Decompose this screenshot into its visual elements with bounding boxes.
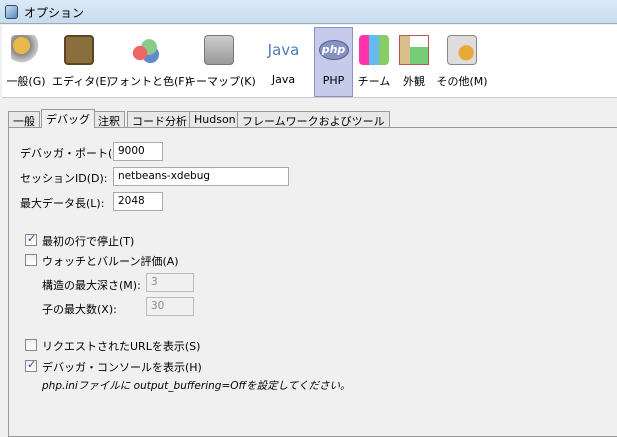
category-java[interactable]: Java Java [255, 27, 312, 97]
category-php[interactable]: php PHP [314, 27, 353, 97]
max-depth-label: 構造の最大深さ(M): [42, 279, 141, 292]
category-fonts-colors[interactable]: フォントと色(F) [108, 27, 189, 97]
tab-general[interactable]: 一般 [8, 111, 40, 128]
tab-hudson[interactable]: Hudson [189, 111, 241, 128]
session-id-input[interactable]: netbeans-xdebug [113, 167, 289, 186]
java-icon: Java [267, 41, 300, 59]
show-console-checkbox[interactable] [25, 358, 37, 372]
category-misc[interactable]: その他(M) [434, 27, 490, 97]
tab-frameworks-tools[interactable]: フレームワークおよびツール [237, 111, 390, 128]
category-label: Java [271, 73, 296, 86]
max-data-length-input[interactable]: 2048 [113, 192, 163, 211]
category-label: 一般(G) [6, 75, 46, 88]
max-children-label: 子の最大数(X): [42, 303, 117, 316]
category-team[interactable]: チーム [355, 27, 393, 97]
wrench-gear-icon [11, 35, 41, 65]
app-icon [5, 5, 18, 19]
window-title: オプション [24, 6, 85, 20]
category-label: チーム [357, 75, 391, 88]
appearance-icon [399, 35, 429, 65]
keyboard-icon [204, 35, 234, 65]
book-pencil-icon [64, 35, 94, 65]
category-label: その他(M) [436, 75, 488, 88]
watch-balloon-checkbox[interactable] [25, 254, 37, 266]
category-toolbar: 一般(G) エディタ(E) フォントと色(F) キーマップ(K) Java Jav… [2, 25, 617, 98]
category-editor[interactable]: エディタ(E) [52, 27, 111, 97]
misc-gear-icon [447, 35, 477, 65]
tab-debug[interactable]: デバッグ [41, 109, 95, 128]
category-keymap[interactable]: キーマップ(K) [185, 27, 256, 97]
watch-balloon-label: ウォッチとバルーン評価(A) [42, 255, 179, 268]
team-cubes-icon [359, 35, 389, 65]
category-label: キーマップ(K) [185, 75, 256, 88]
category-appearance[interactable]: 外観 [395, 27, 433, 97]
debugger-port-input[interactable]: 9000 [113, 142, 163, 161]
tab-code-analysis[interactable]: コード分析 [127, 111, 192, 128]
session-id-label: セッションID(D): [20, 172, 108, 185]
title-bar: オプション [0, 0, 617, 24]
tab-annotations[interactable]: 注釈 [93, 111, 125, 128]
category-label: エディタ(E) [52, 75, 111, 88]
output-buffering-note: php.iniファイルに output_buffering=Offを設定してくだ… [42, 380, 351, 392]
stop-first-line-label: 最初の行で停止(T) [42, 235, 135, 248]
php-icon: php [318, 40, 349, 60]
show-url-checkbox[interactable] [25, 339, 37, 351]
font-color-icon [131, 35, 161, 65]
show-console-label: デバッガ・コンソールを表示(H) [42, 361, 202, 374]
category-general[interactable]: 一般(G) [2, 27, 50, 97]
max-data-length-label: 最大データ長(L): [20, 197, 105, 210]
category-label: PHP [322, 74, 345, 87]
max-depth-input[interactable]: 3 [146, 273, 194, 292]
category-label: フォントと色(F) [108, 75, 189, 88]
show-url-label: リクエストされたURLを表示(S) [42, 340, 201, 353]
max-children-input[interactable]: 30 [146, 297, 194, 316]
stop-first-line-checkbox[interactable] [25, 232, 37, 246]
category-label: 外観 [403, 75, 425, 88]
